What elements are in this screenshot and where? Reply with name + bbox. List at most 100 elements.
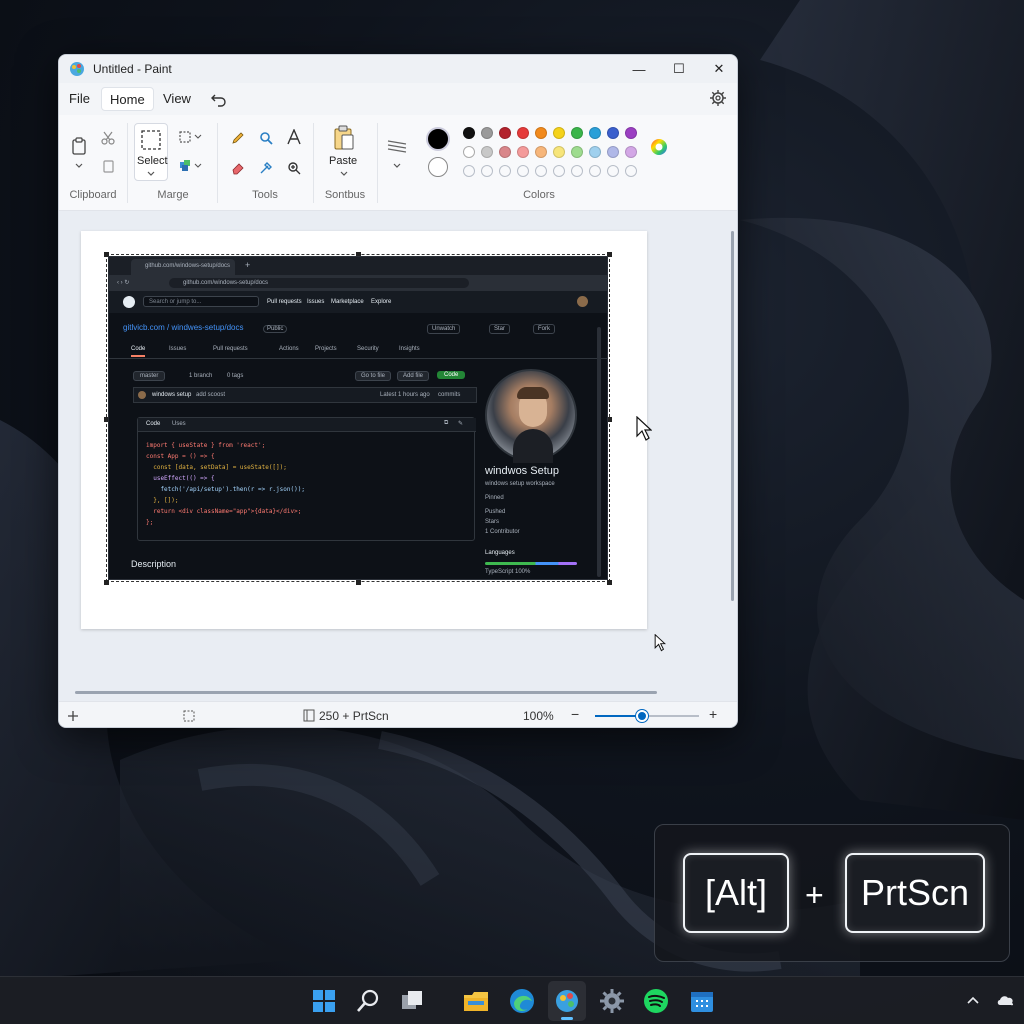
profile-name[interactable]: windwos Setup bbox=[485, 465, 559, 477]
copy-icon[interactable]: ⧉ bbox=[444, 420, 448, 427]
minimize-button[interactable]: — bbox=[619, 55, 659, 83]
custom-color-slot[interactable] bbox=[571, 165, 583, 177]
star-button[interactable]: Star bbox=[489, 324, 511, 334]
custom-color-slot[interactable] bbox=[589, 165, 601, 177]
github-logo-icon[interactable] bbox=[123, 296, 135, 308]
tag-count[interactable]: 0 tags bbox=[227, 373, 243, 379]
profile-item-contributors[interactable]: 1 Contributor bbox=[485, 529, 520, 535]
branch-count[interactable]: 1 branch bbox=[189, 373, 212, 379]
color-swatch[interactable] bbox=[571, 127, 583, 139]
zoom-slider-thumb[interactable] bbox=[635, 710, 648, 722]
edit-colors-icon[interactable] bbox=[649, 137, 669, 157]
color-swatch[interactable] bbox=[553, 146, 565, 158]
color-swatch[interactable] bbox=[463, 127, 475, 139]
color-swatch[interactable] bbox=[607, 127, 619, 139]
color-swatch[interactable] bbox=[589, 146, 601, 158]
resize-handle[interactable] bbox=[607, 580, 612, 585]
address-bar[interactable]: github.com/windows-setup/docs bbox=[169, 278, 469, 288]
menu-file[interactable]: File bbox=[61, 87, 98, 111]
file-explorer-icon[interactable] bbox=[462, 987, 490, 1015]
repo-path[interactable]: gitlvicb.com / windwes-setup/docs bbox=[123, 323, 244, 332]
custom-color-slot[interactable] bbox=[463, 165, 475, 177]
nav-marketplace[interactable]: Marketplace bbox=[331, 299, 364, 305]
close-button[interactable]: ✕ bbox=[699, 55, 737, 83]
horizontal-scrollbar[interactable] bbox=[75, 691, 657, 694]
chevron-down-icon[interactable] bbox=[393, 163, 401, 169]
color-swatch[interactable] bbox=[481, 127, 493, 139]
edit-icon[interactable]: ✎ bbox=[458, 420, 463, 427]
zoom-out-icon[interactable]: − bbox=[571, 706, 579, 722]
search-icon[interactable] bbox=[354, 987, 382, 1015]
color-2-swatch[interactable] bbox=[428, 157, 448, 177]
color-swatch[interactable] bbox=[571, 146, 583, 158]
color-swatch[interactable] bbox=[499, 146, 511, 158]
paste-icon[interactable] bbox=[333, 125, 355, 151]
clipboard-icon[interactable] bbox=[71, 137, 87, 155]
magnifier-icon[interactable] bbox=[259, 131, 273, 145]
commit-author[interactable]: windows setup bbox=[152, 392, 191, 398]
tab-pull-requests[interactable]: Pull requests bbox=[213, 346, 248, 352]
color-picker-icon[interactable] bbox=[259, 161, 273, 175]
zoom-slider[interactable] bbox=[595, 710, 699, 722]
browser-tab[interactable]: github.com/windows-setup/docs bbox=[131, 259, 235, 275]
nav-explore[interactable]: Explore bbox=[371, 299, 391, 305]
color-swatch[interactable] bbox=[625, 127, 637, 139]
onedrive-cloud-icon[interactable] bbox=[996, 993, 1016, 1007]
paste-label[interactable]: Paste bbox=[329, 155, 357, 167]
calendar-icon[interactable] bbox=[688, 987, 716, 1015]
maximize-button[interactable]: ☐ bbox=[659, 55, 699, 83]
color-swatch[interactable] bbox=[553, 127, 565, 139]
tab-security[interactable]: Security bbox=[357, 346, 379, 352]
taskbar-active-app[interactable] bbox=[548, 981, 586, 1021]
unwatch-button[interactable]: Unwatch bbox=[427, 324, 461, 334]
stroke-size-icon[interactable] bbox=[387, 139, 407, 155]
chevron-up-icon[interactable] bbox=[966, 995, 980, 1005]
profile-item-pushed[interactable]: Pushed bbox=[485, 509, 505, 515]
nav-issues[interactable]: Issues bbox=[307, 299, 324, 305]
custom-color-slot[interactable] bbox=[499, 165, 511, 177]
task-view-icon[interactable] bbox=[398, 987, 426, 1015]
cut-icon[interactable] bbox=[101, 131, 115, 145]
branch-selector[interactable]: master bbox=[133, 371, 166, 381]
custom-color-slot[interactable] bbox=[517, 165, 529, 177]
go-to-file-button[interactable]: Go to file bbox=[355, 371, 392, 381]
color-swatch[interactable] bbox=[499, 127, 511, 139]
resize-handle[interactable] bbox=[104, 580, 109, 585]
fork-button[interactable]: Fork bbox=[533, 324, 555, 334]
custom-color-slot[interactable] bbox=[607, 165, 619, 177]
profile-photo[interactable] bbox=[485, 369, 577, 463]
color-swatch[interactable] bbox=[535, 127, 547, 139]
vertical-scrollbar[interactable] bbox=[731, 231, 734, 601]
add-file-button[interactable]: Add file bbox=[397, 371, 430, 381]
tab-issues[interactable]: Issues bbox=[169, 346, 186, 352]
color-swatch[interactable] bbox=[607, 146, 619, 158]
custom-color-slot[interactable] bbox=[481, 165, 493, 177]
tab-insights[interactable]: Insights bbox=[399, 346, 420, 352]
settings-gear-icon[interactable] bbox=[709, 89, 727, 107]
tab-projects[interactable]: Projects bbox=[315, 346, 337, 352]
settings-gear-icon[interactable] bbox=[598, 987, 626, 1015]
windows-start-icon[interactable] bbox=[310, 987, 338, 1015]
edge-browser-icon[interactable] bbox=[508, 987, 536, 1015]
add-icon[interactable] bbox=[67, 710, 79, 722]
color-swatch[interactable] bbox=[463, 146, 475, 158]
spotify-icon[interactable] bbox=[642, 987, 670, 1015]
menu-home[interactable]: Home bbox=[101, 87, 154, 111]
custom-color-slot[interactable] bbox=[625, 165, 637, 177]
text-icon[interactable] bbox=[287, 129, 301, 145]
code-tab-uses[interactable]: Uses bbox=[172, 421, 186, 427]
custom-color-slot[interactable] bbox=[553, 165, 565, 177]
chevron-down-icon[interactable] bbox=[75, 163, 83, 169]
pasted-screenshot[interactable]: github.com/windows-setup/docs + ‹ › ↻ gi… bbox=[108, 256, 608, 580]
color-swatch[interactable] bbox=[481, 146, 493, 158]
resize-handle[interactable] bbox=[356, 580, 361, 585]
image-effects-icon[interactable] bbox=[179, 159, 203, 173]
profile-item-stars[interactable]: Stars bbox=[485, 519, 499, 525]
chevron-down-icon[interactable] bbox=[340, 171, 348, 177]
color-swatch[interactable] bbox=[625, 146, 637, 158]
copy-icon[interactable] bbox=[101, 159, 115, 173]
back-forward-icons[interactable]: ‹ › ↻ bbox=[117, 279, 129, 286]
profile-item-pinned[interactable]: Pinned bbox=[485, 495, 504, 501]
color-swatch[interactable] bbox=[535, 146, 547, 158]
tab-code[interactable]: Code bbox=[131, 346, 146, 357]
